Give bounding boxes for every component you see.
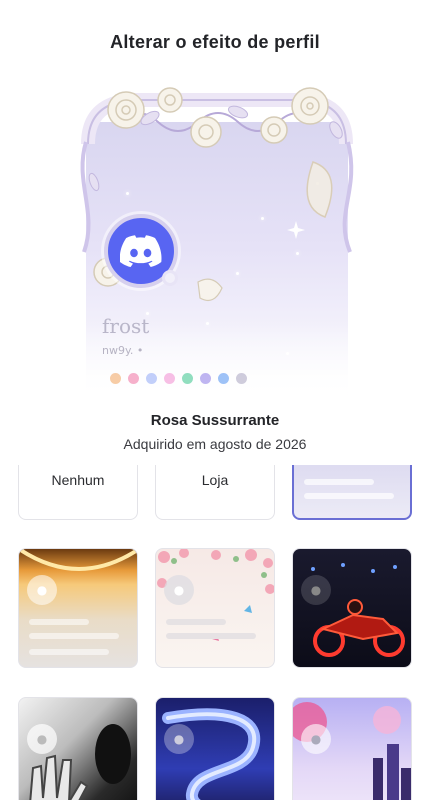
effect-tile-rosa-sussurrante[interactable] [292, 465, 412, 520]
effect-tile-neon-motorcycle[interactable]: ● [292, 548, 412, 668]
badge-icon [128, 373, 139, 384]
profile-handle: nw9y. • [102, 344, 144, 357]
discord-logo-icon: ● [27, 575, 57, 605]
none-option-label: Nenhum [51, 472, 105, 488]
discord-logo-icon [120, 235, 162, 267]
rose-frame-decoration [80, 87, 354, 301]
profile-username: frost [102, 314, 150, 338]
badge-icon [164, 373, 175, 384]
page-title: Alterar o efeito de perfil [110, 32, 320, 52]
shop-option-label: Loja [201, 472, 229, 488]
profile-preview: frost nw9y. • [78, 82, 356, 402]
effect-tile-dark-hands[interactable]: ● [18, 697, 138, 800]
badge-icon [110, 373, 121, 384]
badge-icon [218, 373, 229, 384]
badge-icon [236, 373, 247, 384]
badge-icon [182, 373, 193, 384]
none-option-button[interactable]: Nenhum [18, 465, 138, 520]
effect-tile-blue-serpent[interactable]: ● [155, 697, 275, 800]
effect-tile-golden-glow[interactable]: ● [18, 548, 138, 668]
effect-acquired-date: Adquirido em agosto de 2026 [123, 436, 307, 452]
shop-option-button[interactable]: Loja [155, 465, 275, 520]
effect-name: Rosa Sussurrante [150, 412, 280, 429]
badge-icon [200, 373, 211, 384]
effects-grid[interactable]: Nenhum Loja ● ● ● ● ● ● [0, 465, 430, 800]
badge-icon [146, 373, 157, 384]
effect-tile-floral-butterflies[interactable]: ● [155, 548, 275, 668]
badge-row [110, 373, 247, 384]
status-indicator [162, 270, 178, 286]
effect-tile-purple-city[interactable]: ● [292, 697, 412, 800]
